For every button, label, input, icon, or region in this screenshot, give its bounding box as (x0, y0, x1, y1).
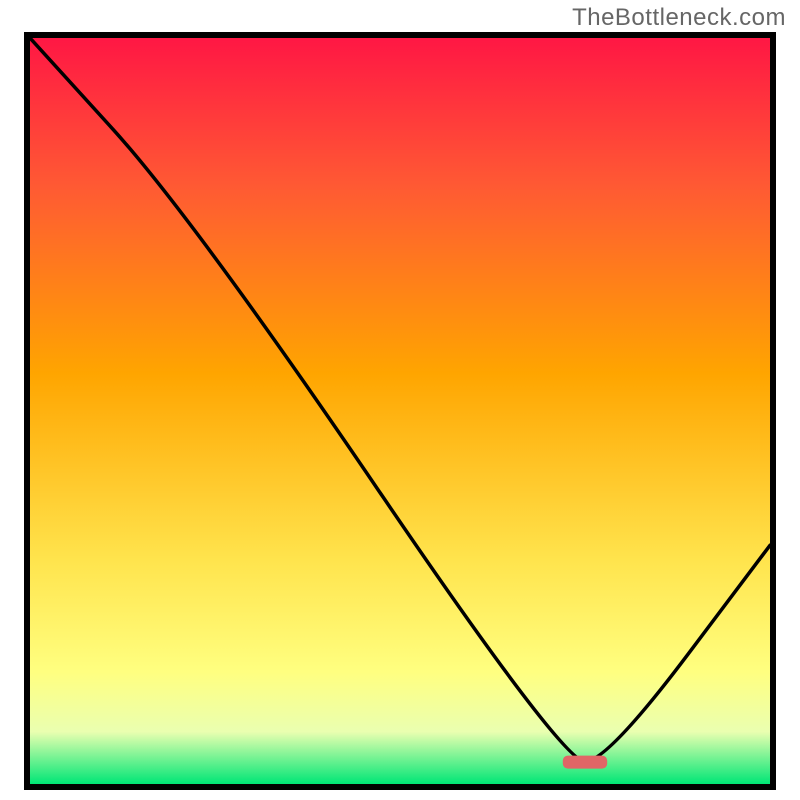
chart-container: TheBottleneck.com (0, 0, 800, 800)
curve-line (30, 38, 770, 762)
optimal-marker (563, 756, 607, 769)
plot-foreground (30, 38, 770, 784)
watermark-text: TheBottleneck.com (572, 4, 786, 32)
